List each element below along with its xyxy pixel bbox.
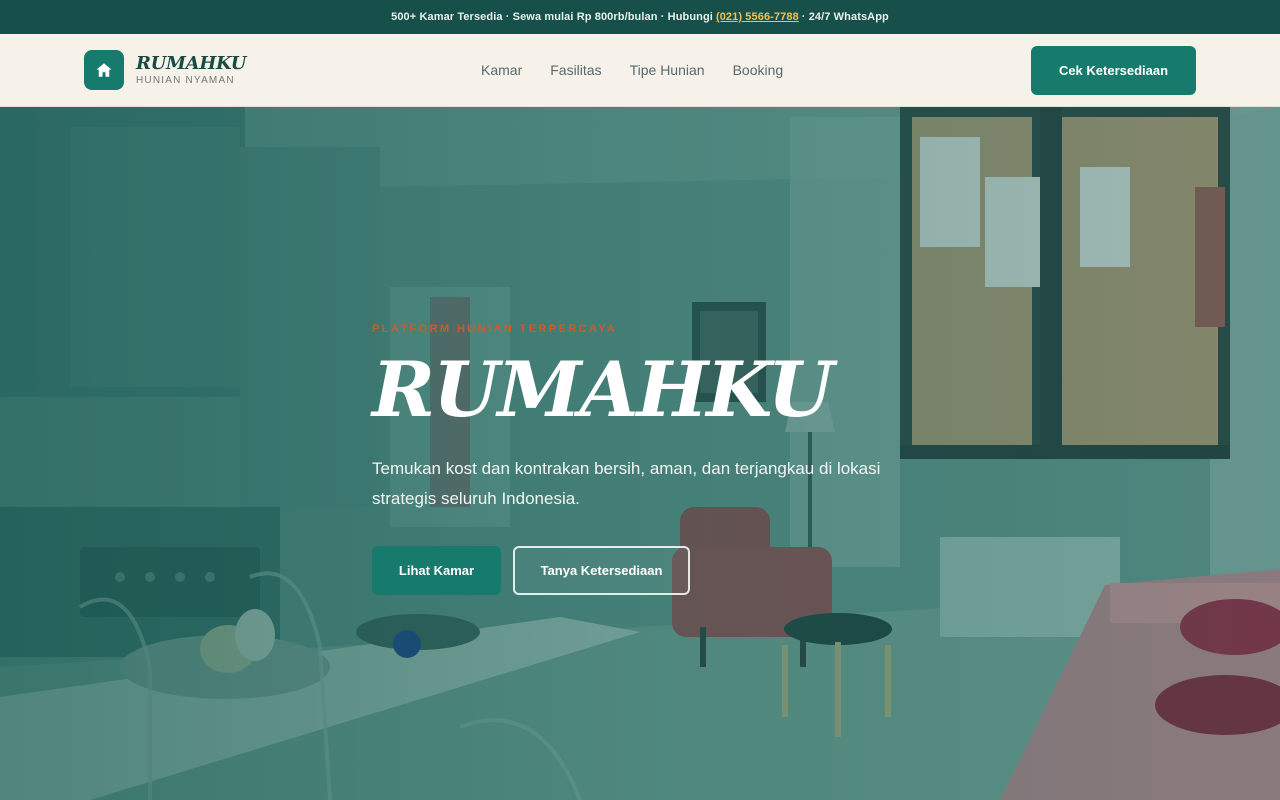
check-availability-button[interactable]: Cek Ketersediaan: [1031, 46, 1196, 95]
hero-title: RUMAHKU: [372, 345, 834, 434]
announcement-text: 500+ Kamar Tersedia · Sewa mulai Rp 800r…: [391, 11, 713, 23]
brand-tagline: HUNIAN NYAMAN: [136, 74, 235, 86]
home-icon: [84, 50, 124, 90]
announcement-bar: 500+ Kamar Tersedia · Sewa mulai Rp 800r…: [0, 0, 1280, 34]
brand-logo[interactable]: RUMAHKU HUNIAN NYAMAN: [84, 50, 246, 90]
nav-link-tipe-hunian[interactable]: Tipe Hunian: [630, 62, 705, 78]
phone-link[interactable]: (021) 5566-7788: [716, 11, 799, 23]
ask-availability-button[interactable]: Tanya Ketersediaan: [513, 546, 690, 595]
nav-link-booking[interactable]: Booking: [733, 62, 784, 78]
main-nav: Kamar Fasilitas Tipe Hunian Booking: [481, 62, 783, 78]
navbar: RUMAHKU HUNIAN NYAMAN Kamar Fasilitas Ti…: [0, 34, 1280, 107]
hero-actions: Lihat Kamar Tanya Ketersediaan: [372, 546, 932, 595]
hero-content: PLATFORM HUNIAN TERPERCAYA RUMAHKU Temuk…: [372, 322, 932, 595]
hero-eyebrow: PLATFORM HUNIAN TERPERCAYA: [372, 323, 618, 335]
nav-link-fasilitas[interactable]: Fasilitas: [550, 62, 601, 78]
hero-section: PLATFORM HUNIAN TERPERCAYA RUMAHKU Temuk…: [0, 107, 1280, 800]
hero-description: Temukan kost dan kontrakan bersih, aman,…: [372, 459, 881, 508]
brand-name: RUMAHKU: [136, 52, 247, 74]
announcement-suffix: · 24/7 WhatsApp: [801, 11, 889, 23]
nav-link-kamar[interactable]: Kamar: [481, 62, 522, 78]
view-rooms-button[interactable]: Lihat Kamar: [372, 546, 501, 595]
brand-text: RUMAHKU HUNIAN NYAMAN: [136, 52, 247, 87]
